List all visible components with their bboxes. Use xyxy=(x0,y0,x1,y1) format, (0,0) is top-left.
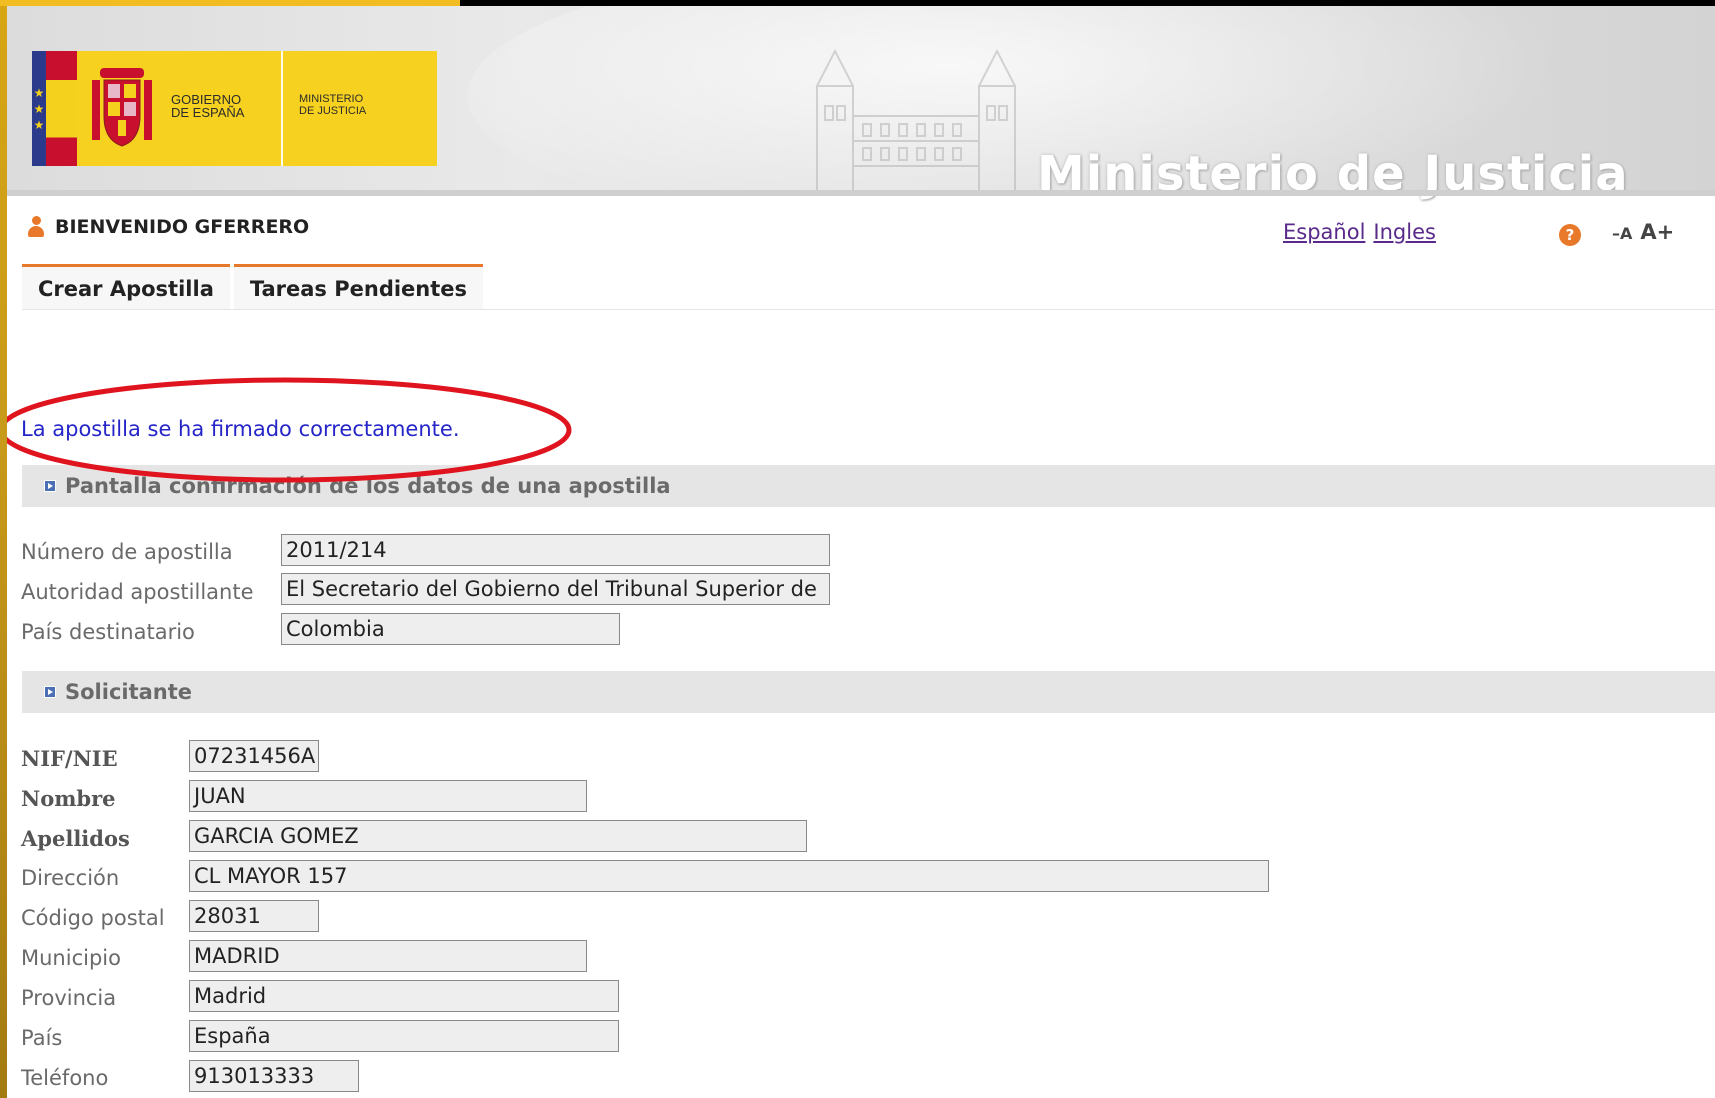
field-label-codigo-postal: Código postal xyxy=(21,906,165,930)
logo-min-line2: DE JUSTICIA xyxy=(299,105,367,117)
numero-apostilla-field[interactable]: 2011/214 xyxy=(281,534,830,566)
highlight-oval-annotation xyxy=(7,377,572,483)
main-tabs: Crear Apostilla Tareas Pendientes xyxy=(22,264,484,310)
field-label-apellidos: Apellidos xyxy=(21,826,130,851)
section-header-solicitante: Solicitante xyxy=(22,671,1715,713)
nombre-field[interactable]: JUAN xyxy=(189,780,587,812)
tab-crear-apostilla[interactable]: Crear Apostilla xyxy=(22,264,230,310)
field-label-autoridad: Autoridad apostillante xyxy=(21,580,254,604)
gobierno-logo[interactable]: ★ ★ ★ GOBIERNO DE ESPAÑA MINISTERIO DE J… xyxy=(32,51,437,166)
field-label-telefono: Teléfono xyxy=(21,1066,109,1090)
building-illustration xyxy=(816,48,1016,196)
field-label-pais: País xyxy=(21,1026,63,1050)
field-label-nif: NIF/NIE xyxy=(21,746,118,771)
font-increase-button[interactable]: A+ xyxy=(1640,220,1674,244)
flag-icon: ★ ★ ★ xyxy=(32,51,77,166)
left-edge-bar xyxy=(0,0,7,1098)
header-banner: ★ ★ ★ GOBIERNO DE ESPAÑA MINISTERIO DE J… xyxy=(7,6,1715,246)
logo-min-line1: MINISTERIO xyxy=(299,93,364,105)
font-size-controls: –A A+ xyxy=(1612,220,1674,244)
provincia-field[interactable]: Madrid xyxy=(189,980,619,1012)
field-label-pais-destinatario: País destinatario xyxy=(21,620,195,644)
coat-of-arms-icon xyxy=(77,51,167,166)
font-decrease-button[interactable]: –A xyxy=(1612,224,1632,243)
autoridad-apostillante-field[interactable]: El Secretario del Gobierno del Tribunal … xyxy=(281,573,830,605)
direccion-field[interactable]: CL MAYOR 157 xyxy=(189,860,1269,892)
help-icon[interactable]: ? xyxy=(1559,224,1581,246)
lang-espanol-link[interactable]: Español xyxy=(1283,220,1365,244)
telefono-field[interactable]: 913013333 xyxy=(189,1060,359,1092)
tab-tareas-pendientes[interactable]: Tareas Pendientes xyxy=(233,264,484,310)
pais-field[interactable]: España xyxy=(189,1020,619,1052)
section-title-solicitante: Solicitante xyxy=(65,680,193,704)
field-label-direccion: Dirección xyxy=(21,866,120,890)
lang-ingles-link[interactable]: Ingles xyxy=(1373,220,1436,244)
municipio-field[interactable]: MADRID xyxy=(189,940,587,972)
user-icon xyxy=(27,216,45,238)
field-label-municipio: Municipio xyxy=(21,946,121,970)
field-label-numero: Número de apostilla xyxy=(21,540,233,564)
field-label-nombre: Nombre xyxy=(21,786,116,811)
pais-destinatario-field[interactable]: Colombia xyxy=(281,613,620,645)
nif-field[interactable]: 07231456A xyxy=(189,740,319,772)
page: ★ ★ ★ GOBIERNO DE ESPAÑA MINISTERIO DE J… xyxy=(7,6,1715,1098)
codigo-postal-field[interactable]: 28031 xyxy=(189,900,319,932)
welcome-text: BIENVENIDO GFERRERO xyxy=(55,216,310,238)
logo-gov-line2: DE ESPAÑA xyxy=(171,105,245,120)
apellidos-field[interactable]: GARCIA GOMEZ xyxy=(189,820,807,852)
language-links: Español Ingles xyxy=(1283,220,1436,244)
welcome-bar: BIENVENIDO GFERRERO xyxy=(27,216,309,238)
section-arrow-icon xyxy=(44,686,56,698)
field-label-provincia: Provincia xyxy=(21,986,117,1010)
